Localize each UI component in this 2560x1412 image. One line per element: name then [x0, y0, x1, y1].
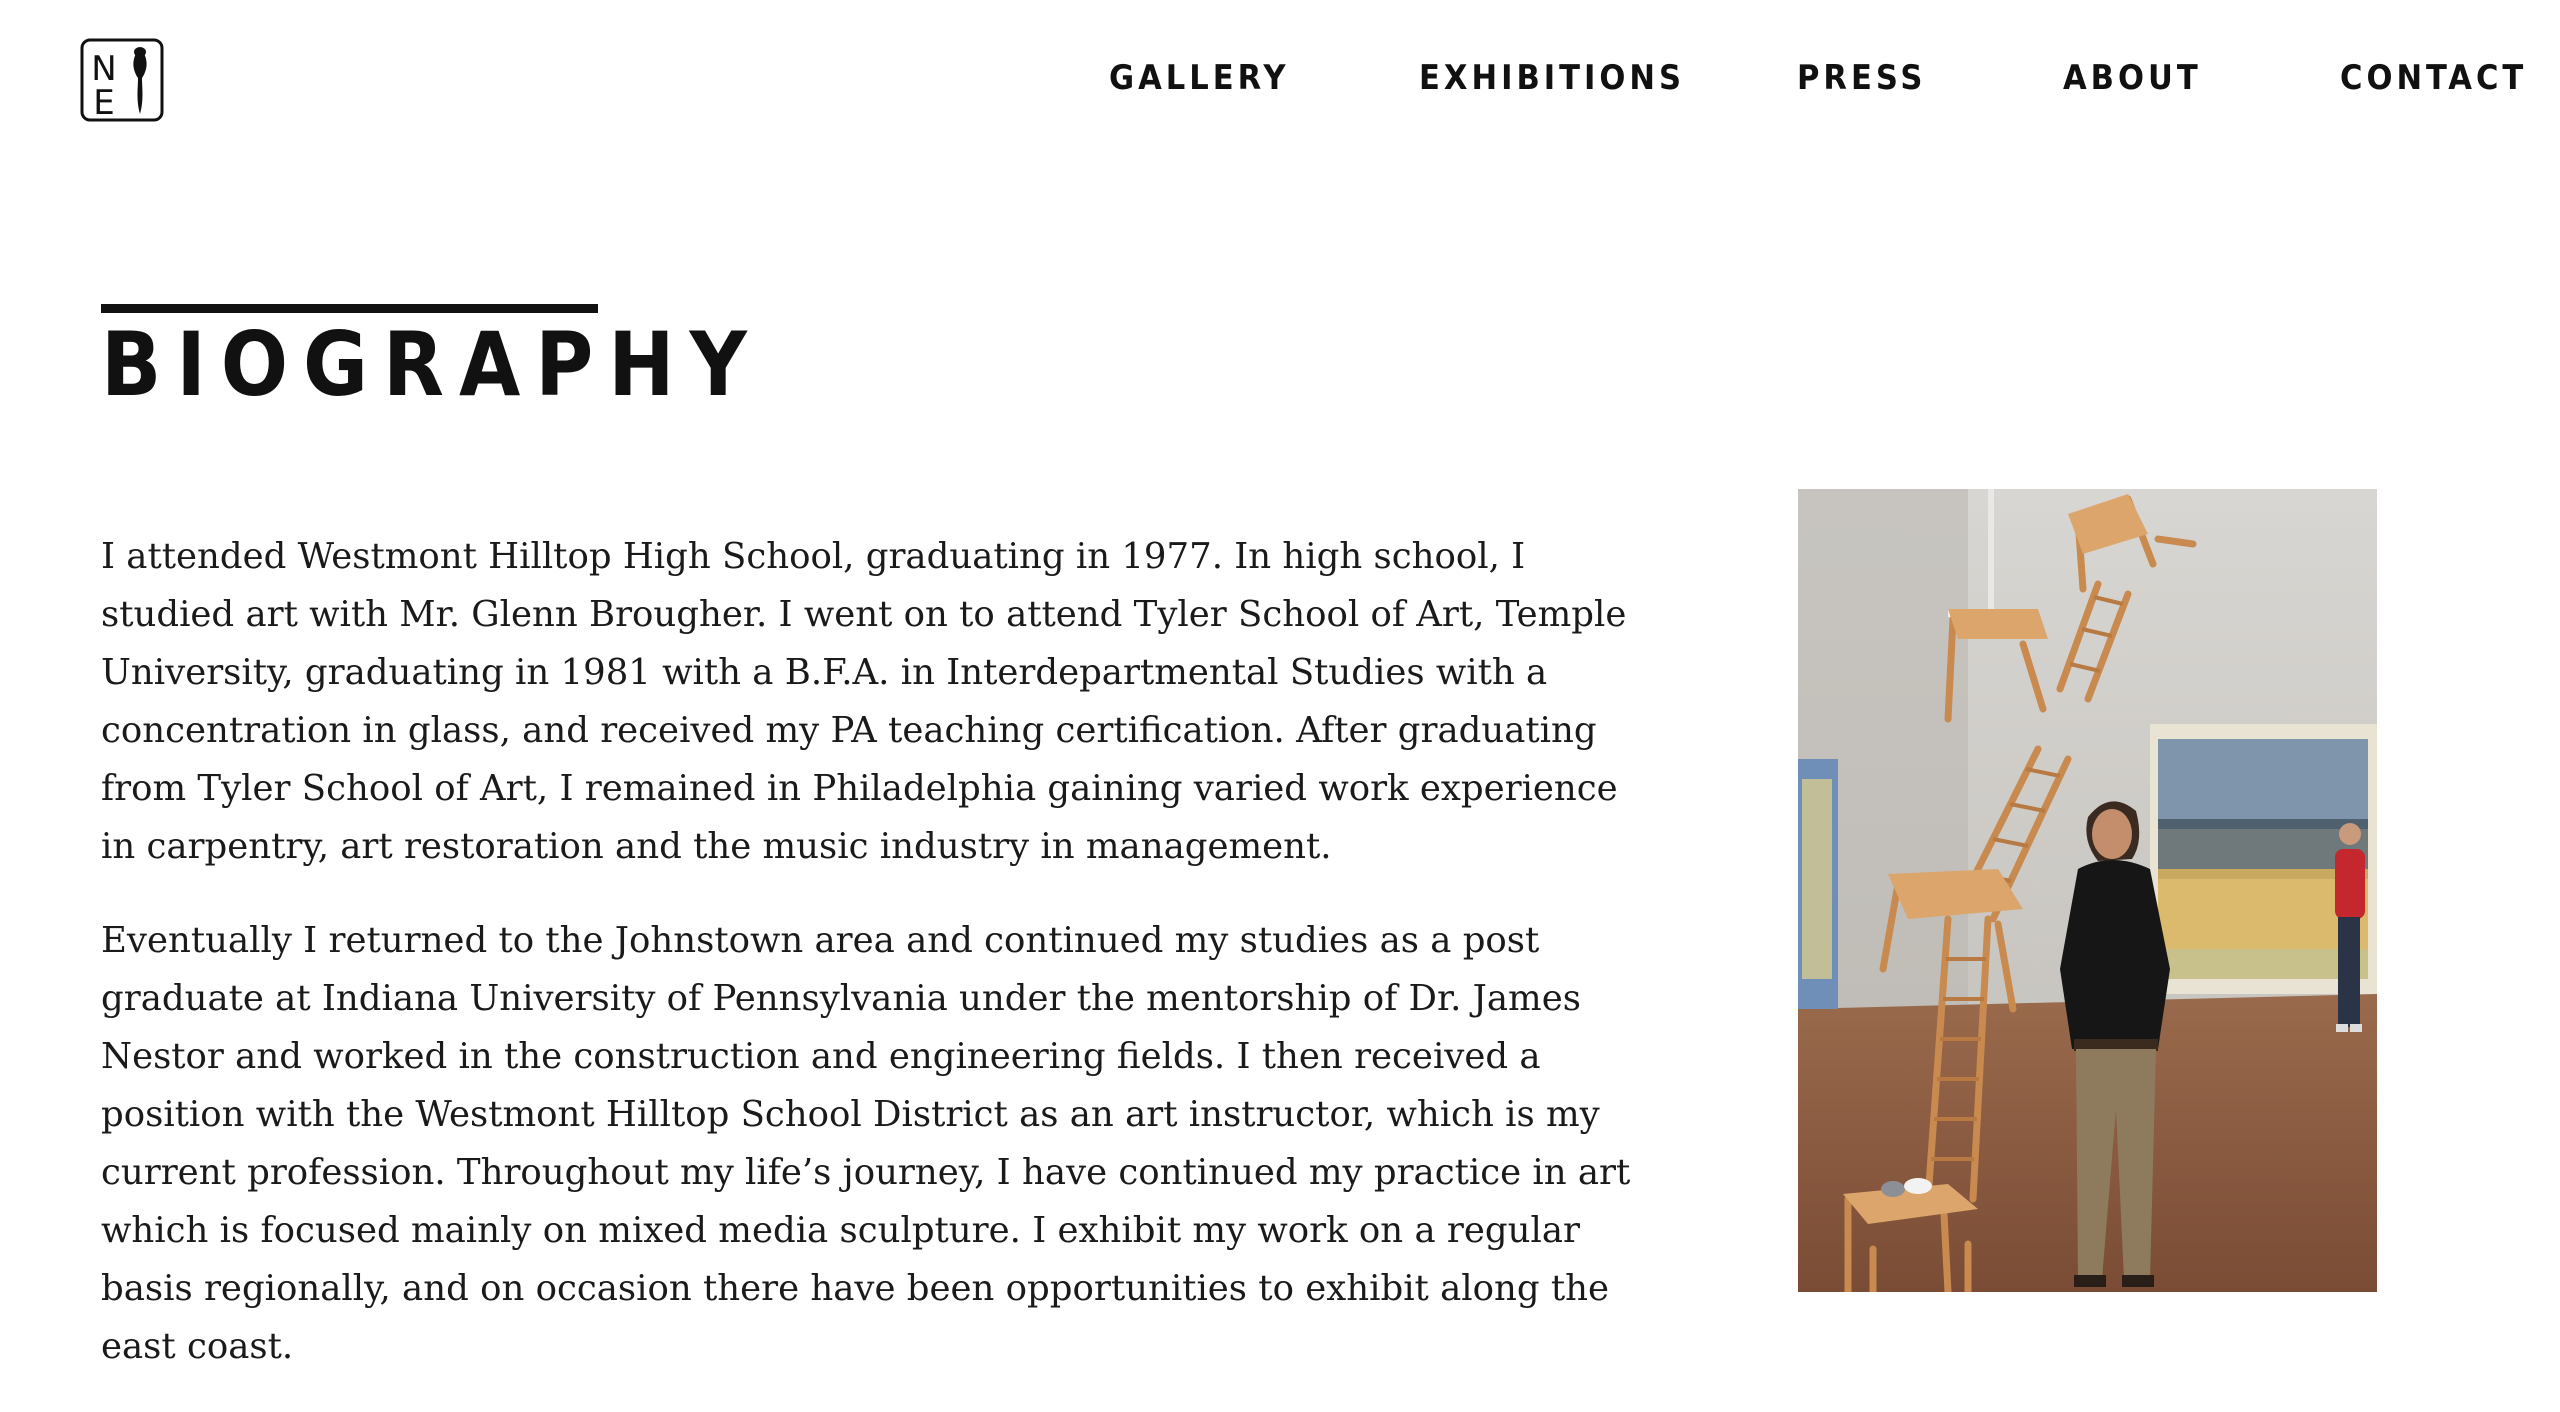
nav-contact[interactable]: CONTACT: [2340, 56, 2527, 100]
artist-photo: [1798, 489, 2377, 1292]
logo-mark-icon: N E: [80, 38, 164, 123]
nav-press[interactable]: PRESS: [1797, 56, 1926, 100]
site-header: N E GALLERY EXHIBITIONS PRESS ABOUT CONT…: [0, 0, 2560, 160]
biography-text: I attended Westmont Hilltop High School,…: [101, 528, 1661, 1412]
nav-exhibitions[interactable]: EXHIBITIONS: [1419, 56, 1685, 100]
site-logo[interactable]: N E: [80, 38, 164, 123]
nav-about[interactable]: ABOUT: [2063, 56, 2202, 100]
bio-paragraph-1: I attended Westmont Hilltop High School,…: [101, 536, 1627, 867]
nav-gallery[interactable]: GALLERY: [1109, 56, 1290, 100]
page-title: BIOGRAPHY: [101, 313, 762, 416]
bio-paragraph-2: Eventually I returned to the Johnstown a…: [101, 920, 1631, 1367]
title-underline: [101, 304, 598, 313]
svg-text:E: E: [93, 83, 114, 122]
